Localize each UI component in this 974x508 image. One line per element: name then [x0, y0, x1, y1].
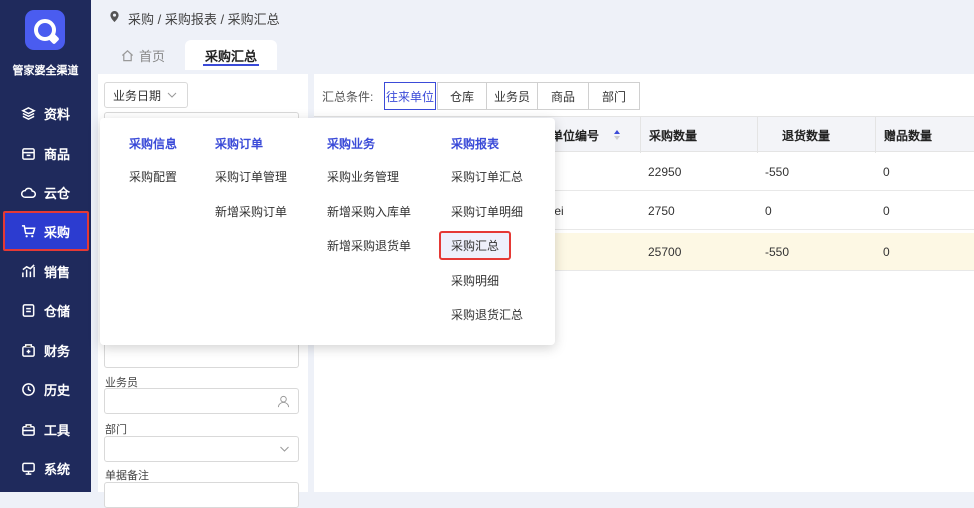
user-icon: [277, 395, 290, 408]
column-header-qty[interactable]: 采购数量: [640, 117, 757, 153]
home-icon: [121, 49, 134, 62]
header-label: 采购数量: [649, 128, 698, 143]
sidebar-item-data[interactable]: 资料: [0, 93, 91, 133]
menu-item-order-detail[interactable]: 采购订单明细: [451, 203, 523, 220]
header-label: 赠品数量: [884, 128, 933, 143]
column-header-gift[interactable]: 赠品数量: [875, 117, 974, 153]
cell-gift: 0: [883, 165, 890, 179]
layers-icon: [20, 105, 36, 121]
condition-label: 仓库: [449, 89, 474, 104]
breadcrumb-bar: 采购 / 采购报表 / 采购汇总: [91, 0, 974, 36]
department-select[interactable]: [104, 436, 299, 462]
tab-home[interactable]: 首页: [101, 40, 185, 70]
chevron-down-icon: [279, 446, 290, 452]
sidebar-item-history[interactable]: 历史: [0, 369, 91, 409]
location-pin-icon: [109, 10, 120, 26]
cloud-icon: [20, 184, 36, 200]
sidebar-item-label: 历史: [44, 382, 71, 398]
note-label: 单据备注: [105, 470, 149, 482]
sidebar-item-label: 工具: [44, 422, 71, 438]
menu-item-business-manage[interactable]: 采购业务管理: [327, 168, 399, 185]
logo: [25, 10, 65, 50]
condition-product-button[interactable]: 商品: [537, 82, 589, 110]
header-label: 退货数量: [782, 128, 831, 143]
sidebar-item-sales[interactable]: 销售: [0, 251, 91, 291]
box-icon: [20, 145, 36, 161]
total-return: -550: [765, 245, 790, 259]
menu-item-order-manage[interactable]: 采购订单管理: [215, 168, 287, 185]
cell-return: 0: [765, 204, 772, 218]
sidebar-item-purchase[interactable]: 采购: [3, 211, 89, 251]
menu-item-purchase-config[interactable]: 采购配置: [129, 168, 177, 185]
condition-label: 业务员: [493, 89, 530, 104]
total-gift: 0: [883, 245, 890, 259]
cell-return: -550: [765, 165, 790, 179]
condition-partner-button[interactable]: 往来单位: [384, 82, 436, 110]
total-qty: 25700: [648, 245, 682, 259]
cell-gift: 0: [883, 204, 890, 218]
menu-group-title: 采购信息: [129, 137, 178, 151]
department-label: 部门: [105, 424, 127, 436]
sidebar: 管家婆全渠道 资料 商品 云仓 采购 销售 仓储 财务 历史 工具 系统: [0, 0, 91, 492]
menu-item-purchase-summary[interactable]: 采购汇总: [439, 231, 512, 260]
condition-department-button[interactable]: 部门: [588, 82, 640, 110]
warehouse-icon: [20, 302, 36, 318]
condition-label: 商品: [550, 89, 575, 104]
menu-group-title: 采购报表: [451, 137, 500, 151]
tab-purchase-summary[interactable]: 采购汇总: [185, 40, 278, 70]
sidebar-item-label: 仓储: [44, 303, 71, 319]
brand-name: 管家婆全渠道: [12, 65, 79, 77]
breadcrumb: 采购 / 采购报表 / 采购汇总: [128, 11, 280, 27]
tab-bar: 首页 采购汇总: [91, 36, 974, 70]
sidebar-item-tools[interactable]: 工具: [0, 409, 91, 449]
sidebar-item-label: 商品: [44, 146, 71, 162]
sidebar-item-label: 系统: [44, 461, 71, 477]
menu-item-new-order[interactable]: 新增采购订单: [215, 203, 287, 220]
tab-label: 首页: [139, 48, 166, 64]
sort-icon[interactable]: [613, 129, 621, 141]
salesman-field[interactable]: [104, 388, 299, 414]
column-header-return[interactable]: 退货数量: [757, 117, 875, 153]
menu-item-new-inbound[interactable]: 新增采购入库单: [327, 203, 411, 220]
clock-icon: [20, 381, 36, 397]
sidebar-item-label: 财务: [44, 343, 71, 359]
sidebar-item-label: 云仓: [44, 185, 71, 201]
cell-qty: 22950: [648, 165, 682, 179]
monitor-icon: [20, 460, 36, 476]
toolbox-icon: [20, 421, 36, 437]
date-type-value: 业务日期: [113, 88, 162, 103]
wallet-icon: [20, 342, 36, 358]
conditions-label: 汇总条件:: [322, 90, 374, 104]
sidebar-item-label: 销售: [44, 264, 71, 280]
sidebar-item-cloud[interactable]: 云仓: [0, 172, 91, 212]
sidebar-item-storage[interactable]: 仓储: [0, 290, 91, 330]
cell-qty: 2750: [648, 204, 675, 218]
condition-label: 部门: [601, 89, 626, 104]
sidebar-item-label: 采购: [44, 224, 71, 240]
sidebar-item-system[interactable]: 系统: [0, 448, 91, 488]
purchase-menu: 采购信息 采购配置 采购订单 采购订单管理 新增采购订单 采购业务 采购业务管理…: [100, 118, 555, 345]
date-type-select[interactable]: 业务日期: [104, 82, 188, 108]
menu-item-return-summary[interactable]: 采购退货汇总: [451, 306, 523, 323]
condition-label: 往来单位: [385, 89, 434, 104]
menu-item-order-summary[interactable]: 采购订单汇总: [451, 168, 523, 185]
menu-item-purchase-detail[interactable]: 采购明细: [451, 272, 499, 289]
condition-salesman-button[interactable]: 业务员: [486, 82, 538, 110]
header-label: 单位编号: [551, 128, 600, 143]
menu-item-new-return[interactable]: 新增采购退货单: [327, 237, 411, 254]
tab-label: 采购汇总: [205, 48, 258, 64]
note-field[interactable]: [104, 482, 299, 508]
sidebar-item-label: 资料: [44, 106, 71, 122]
sidebar-item-finance[interactable]: 财务: [0, 330, 91, 370]
menu-group-title: 采购订单: [215, 137, 264, 151]
cart-icon: [20, 223, 36, 239]
menu-group-title: 采购业务: [327, 137, 376, 151]
chart-icon: [20, 263, 36, 279]
condition-warehouse-button[interactable]: 仓库: [437, 82, 487, 110]
field-box[interactable]: [104, 342, 299, 368]
sidebar-item-product[interactable]: 商品: [0, 133, 91, 173]
chevron-down-icon: [167, 92, 177, 98]
